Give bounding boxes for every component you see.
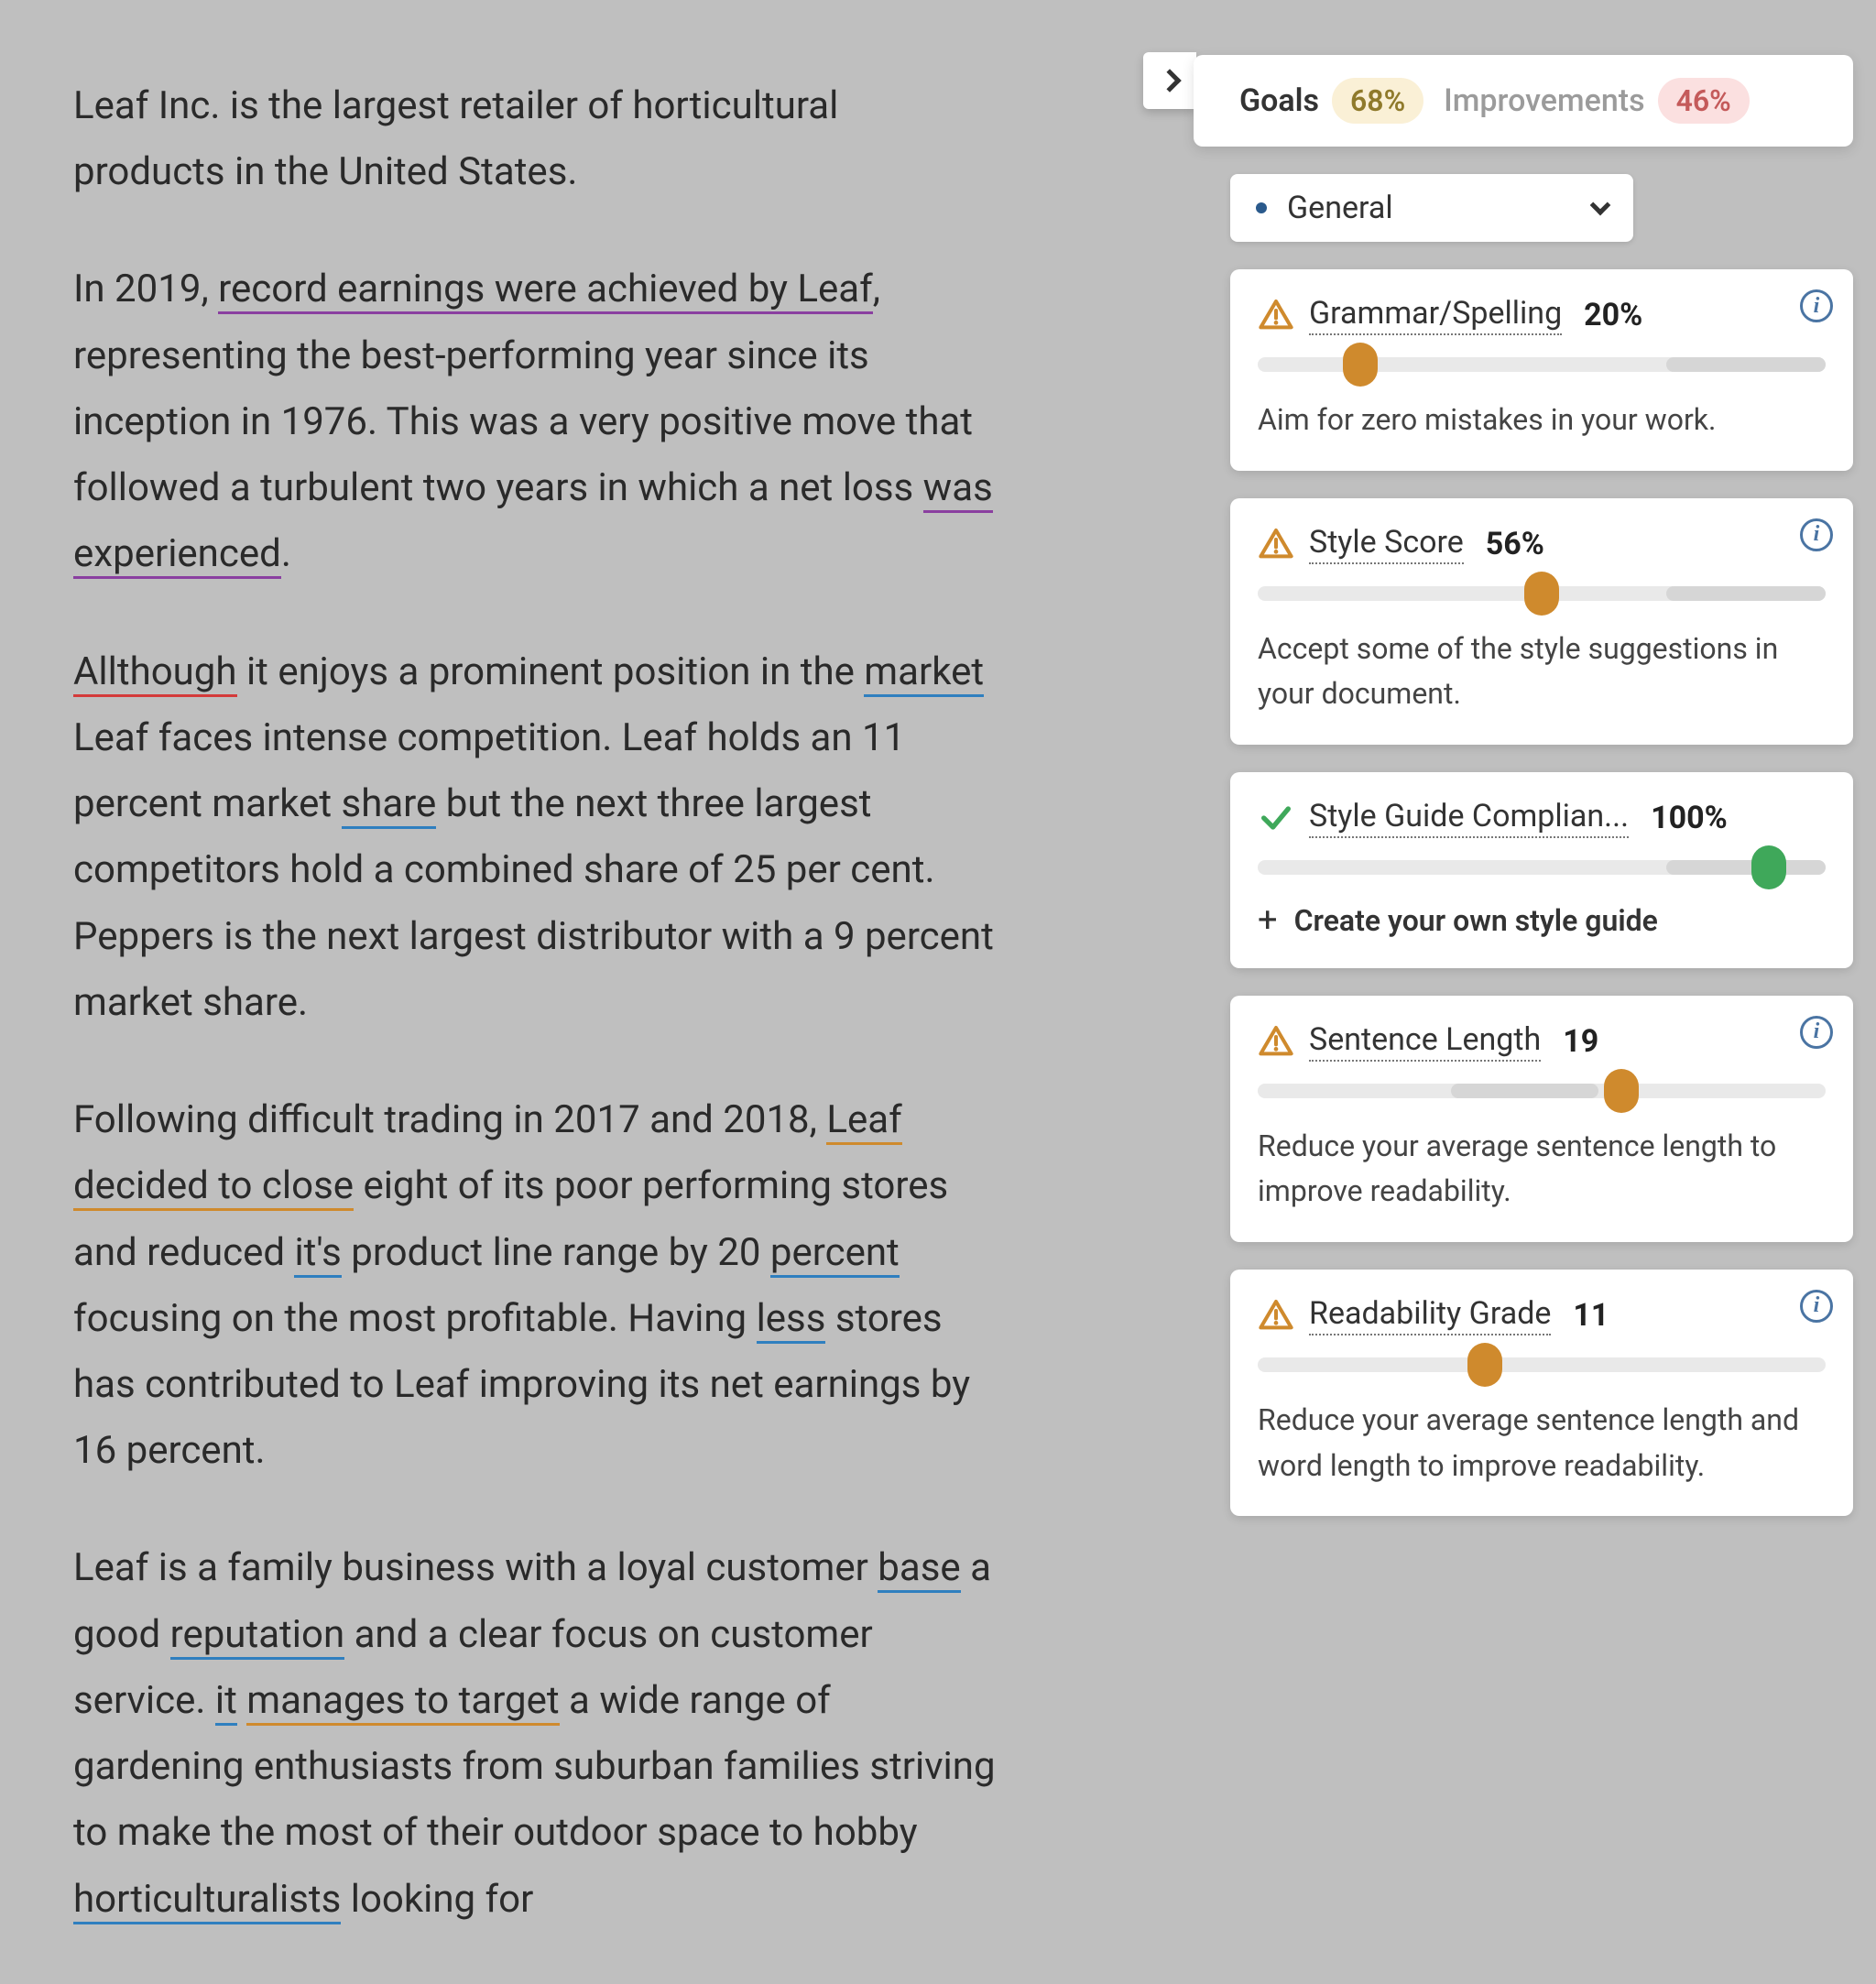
highlighted-span[interactable]: manages to target bbox=[246, 1678, 559, 1726]
info-icon[interactable]: i bbox=[1800, 518, 1833, 551]
slider-thumb[interactable] bbox=[1467, 1343, 1502, 1387]
goal-title: Grammar/Spelling bbox=[1309, 295, 1562, 335]
create-style-guide-label: Create your own style guide bbox=[1294, 903, 1658, 938]
warning-icon bbox=[1258, 297, 1294, 333]
text-span: it enjoys a prominent position in the bbox=[237, 649, 865, 694]
text-span: product line range by 20 bbox=[342, 1230, 770, 1275]
text-span: looking for bbox=[341, 1877, 533, 1922]
paragraph[interactable]: Leaf is a family business with a loyal c… bbox=[73, 1535, 998, 1932]
info-icon[interactable]: i bbox=[1800, 1290, 1833, 1323]
paragraph[interactable]: Allthough it enjoys a prominent position… bbox=[73, 639, 998, 1036]
goal-score: 11 bbox=[1573, 1297, 1609, 1334]
highlighted-span[interactable]: market bbox=[864, 649, 984, 697]
goal-title: Style Score bbox=[1309, 524, 1464, 564]
info-icon[interactable]: i bbox=[1800, 289, 1833, 322]
highlighted-span[interactable]: it's bbox=[294, 1230, 341, 1278]
highlighted-span[interactable]: it bbox=[215, 1678, 237, 1726]
tab-goals-badge: 68% bbox=[1332, 78, 1423, 124]
collapse-panel-button[interactable] bbox=[1143, 52, 1196, 109]
warning-icon bbox=[1258, 1297, 1294, 1334]
goal-slider[interactable] bbox=[1258, 586, 1826, 601]
goal-slider[interactable] bbox=[1258, 1084, 1826, 1098]
text-span: focusing on the most profitable. Having bbox=[73, 1296, 757, 1341]
target-zone bbox=[1451, 1084, 1598, 1098]
text-span: Following difficult trading in 2017 and … bbox=[73, 1097, 826, 1142]
goal-description: Accept some of the style suggestions in … bbox=[1258, 627, 1826, 717]
slider-thumb[interactable] bbox=[1751, 845, 1786, 889]
text-span: Leaf Inc. is the largest retailer of hor… bbox=[73, 83, 838, 194]
target-zone bbox=[1666, 586, 1826, 601]
tab-improvements-badge: 46% bbox=[1658, 78, 1750, 124]
paragraph[interactable]: Leaf Inc. is the largest retailer of hor… bbox=[73, 73, 998, 205]
highlighted-span[interactable]: percent bbox=[770, 1230, 900, 1278]
warning-icon bbox=[1258, 526, 1294, 562]
slider-thumb[interactable] bbox=[1524, 572, 1559, 616]
info-icon[interactable]: i bbox=[1800, 1016, 1833, 1049]
text-span: In 2019, bbox=[73, 267, 218, 311]
tab-goals[interactable]: Goals 68% bbox=[1239, 78, 1423, 124]
highlighted-span[interactable]: record earnings were achieved by Leaf bbox=[218, 267, 873, 314]
highlighted-span[interactable]: less bbox=[757, 1296, 826, 1344]
goal-title: Style Guide Complian... bbox=[1309, 798, 1629, 838]
goal-score: 20% bbox=[1584, 297, 1642, 333]
tab-improvements-label: Improvements bbox=[1444, 82, 1644, 119]
check-icon bbox=[1258, 800, 1294, 836]
goal-title: Readability Grade bbox=[1309, 1295, 1551, 1335]
goal-card-grammar[interactable]: Grammar/Spelling 20% i Aim for zero mistake… bbox=[1230, 269, 1853, 471]
document-editor[interactable]: Leaf Inc. is the largest retailer of hor… bbox=[73, 73, 998, 1984]
target-zone bbox=[1666, 860, 1826, 875]
highlighted-span[interactable]: share bbox=[342, 781, 437, 829]
tab-goals-label: Goals bbox=[1239, 82, 1319, 119]
goal-score: 100% bbox=[1651, 800, 1728, 836]
goal-description: Aim for zero mistakes in your work. bbox=[1258, 398, 1826, 443]
text-span bbox=[237, 1678, 246, 1723]
category-dot-icon bbox=[1256, 202, 1267, 213]
goal-score: 19 bbox=[1563, 1023, 1598, 1060]
chevron-right-icon bbox=[1158, 69, 1181, 92]
text-span: Leaf is a family business with a loyal c… bbox=[73, 1545, 878, 1590]
paragraph[interactable]: Following difficult trading in 2017 and … bbox=[73, 1087, 998, 1484]
highlighted-span[interactable]: reputation bbox=[170, 1612, 345, 1660]
plus-icon: + bbox=[1258, 900, 1278, 941]
paragraph[interactable]: In 2019, record earnings were achieved b… bbox=[73, 256, 998, 587]
category-label: General bbox=[1287, 190, 1393, 226]
goal-card-styleguide[interactable]: Style Guide Complian... 100% + Create your … bbox=[1230, 772, 1853, 968]
warning-icon bbox=[1258, 1023, 1294, 1060]
goal-slider[interactable] bbox=[1258, 357, 1826, 372]
goal-description: Reduce your average sentence length to i… bbox=[1258, 1124, 1826, 1215]
target-zone bbox=[1666, 357, 1826, 372]
chevron-down-icon bbox=[1590, 195, 1611, 216]
tab-improvements[interactable]: Improvements 46% bbox=[1444, 78, 1750, 124]
text-span: . bbox=[281, 531, 291, 576]
slider-thumb[interactable] bbox=[1343, 343, 1378, 387]
goal-title: Sentence Length bbox=[1309, 1021, 1541, 1062]
goal-card-readability[interactable]: Readability Grade 11 i Reduce your average … bbox=[1230, 1270, 1853, 1516]
goal-card-style[interactable]: Style Score 56% i Accept some of the style … bbox=[1230, 498, 1853, 745]
slider-thumb[interactable] bbox=[1604, 1069, 1639, 1113]
panel-tabs: Goals 68% Improvements 46% bbox=[1194, 55, 1853, 147]
goal-score: 56% bbox=[1486, 526, 1544, 562]
goal-slider[interactable] bbox=[1258, 1357, 1826, 1372]
category-select[interactable]: General bbox=[1230, 174, 1633, 242]
create-style-guide-link[interactable]: + Create your own style guide bbox=[1258, 900, 1826, 941]
goal-description: Reduce your average sentence length and … bbox=[1258, 1398, 1826, 1488]
highlighted-span[interactable]: base bbox=[878, 1545, 960, 1593]
goal-card-sentence[interactable]: Sentence Length 19 i Reduce your average se… bbox=[1230, 996, 1853, 1242]
highlighted-span[interactable]: Allthough bbox=[73, 649, 237, 697]
highlighted-span[interactable]: horticulturalists bbox=[73, 1877, 341, 1924]
goal-slider[interactable] bbox=[1258, 860, 1826, 875]
